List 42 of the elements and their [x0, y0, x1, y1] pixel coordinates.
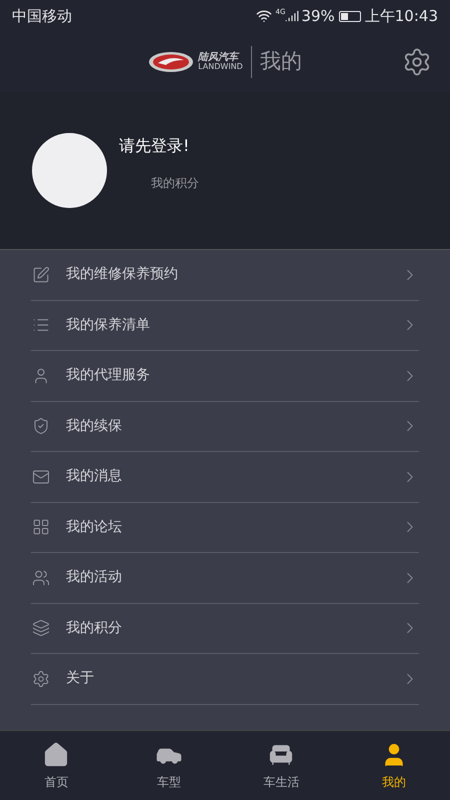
brand-name: 陆风汽车	[198, 53, 240, 63]
menu-item[interactable]: 我的保养清单	[31, 300, 419, 351]
points-label: 我的积分	[150, 174, 199, 192]
menu-item[interactable]: 我的维修保养预约	[31, 250, 419, 300]
menu-label: 我的维修保养预约	[66, 265, 179, 284]
menu-label: 我的积分	[66, 618, 123, 638]
menu-item[interactable]: 我的消息	[31, 452, 419, 502]
menu-label: 我的论坛	[66, 518, 123, 537]
menu-label: 我的代理服务	[66, 366, 151, 386]
edit-icon	[32, 266, 50, 284]
battery-icon	[338, 10, 361, 22]
grid-icon	[32, 518, 50, 536]
menu-item[interactable]: 我的代理服务	[31, 351, 419, 402]
wifi-icon	[256, 8, 272, 24]
battery-percent: 39%	[301, 6, 335, 27]
menu-label: 关于	[66, 669, 95, 688]
menu-item[interactable]: 关于	[31, 654, 419, 704]
menu-item[interactable]: 我的活动	[31, 553, 419, 604]
tab-item[interactable]: 车生活	[225, 731, 338, 800]
mail-icon	[32, 468, 50, 486]
settings-button[interactable]	[402, 47, 432, 77]
menu-item[interactable]: 我的积分	[31, 604, 419, 654]
login-link[interactable]: 请先登录!	[119, 134, 199, 158]
carrier-name: 中国移动	[12, 6, 72, 27]
page-title: 我的	[260, 48, 302, 76]
menu-item[interactable]: 我的论坛	[31, 502, 419, 553]
menu-label: 我的消息	[66, 467, 123, 486]
logo-icon	[148, 51, 194, 73]
tab-item[interactable]: 首页	[0, 731, 112, 800]
menu-item[interactable]: 我的续保	[31, 402, 419, 452]
brand-name-latin: LANDWIND	[198, 63, 243, 71]
tab-item[interactable]: 我的	[338, 731, 450, 800]
shield-icon	[32, 417, 50, 436]
gear-icon	[32, 670, 50, 688]
menu-label: 我的保养清单	[66, 316, 151, 335]
menu-label: 我的续保	[66, 416, 123, 436]
stack-icon	[32, 619, 50, 638]
signal-icon	[285, 9, 300, 23]
people-icon	[32, 568, 50, 587]
clock-time: 上午10:43	[364, 6, 438, 27]
tab-item[interactable]: 车型	[112, 731, 225, 800]
menu-label: 我的活动	[66, 568, 123, 588]
